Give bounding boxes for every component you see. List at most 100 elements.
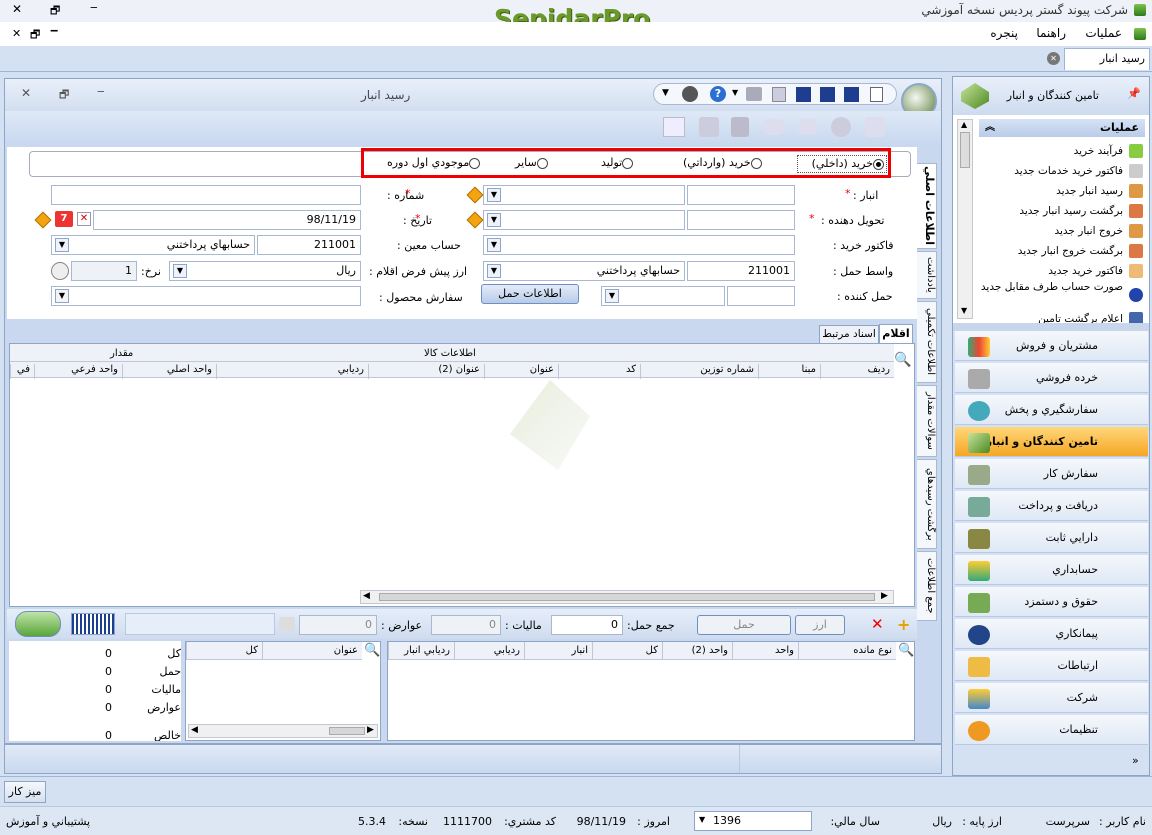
rate-input[interactable]: 1 [71, 261, 137, 281]
grid-search-icon[interactable]: 🔍 [894, 352, 912, 370]
tools-icon[interactable] [682, 86, 698, 102]
op-new-receipt[interactable]: رسيد انبار جديد [979, 181, 1149, 201]
op-purchase-process[interactable]: فرآيند خريد [979, 141, 1149, 161]
col-basis[interactable]: مبنا [758, 364, 820, 379]
fiscal-year-dropdown-icon[interactable]: ▼ [699, 815, 705, 824]
col-main-unit[interactable]: واحد اصلي [122, 364, 216, 379]
save-close-icon[interactable] [820, 87, 835, 102]
vtab-extra-info[interactable]: اطلاعات تکميلي [917, 301, 937, 383]
mdi-close-icon[interactable]: ✕ [12, 27, 21, 40]
mcol-total[interactable]: کل [186, 642, 262, 659]
module-retail[interactable]: خرده فروشي [955, 363, 1148, 393]
radio-domestic-purchase[interactable]: خريد (داخلي) [797, 155, 887, 173]
previous-icon[interactable] [763, 119, 785, 135]
lcol-unit2[interactable]: واحد (2) [662, 642, 732, 659]
desk-button[interactable]: ميز کار [4, 781, 46, 803]
print-icon[interactable] [746, 87, 762, 101]
new-icon[interactable] [870, 87, 883, 102]
product-order-dropdown-icon[interactable]: ▼ [55, 289, 69, 303]
vtab-main-info[interactable]: اطلاعات اصلي [917, 163, 937, 249]
module-customers-sales[interactable]: مشتريان و فروش [955, 331, 1148, 361]
currency-input[interactable]: ريال [169, 261, 361, 281]
module-company[interactable]: شرکت [955, 683, 1148, 713]
restore-icon[interactable]: 🗗 [50, 2, 60, 21]
deliverer-name-input[interactable] [483, 210, 685, 230]
lock-icon[interactable] [731, 117, 749, 137]
module-work-order[interactable]: سفارش کار [955, 459, 1148, 489]
barcode-icon[interactable] [71, 613, 115, 635]
window-minimize-icon[interactable]: ‒ [97, 84, 105, 98]
shipping-info-button[interactable]: اطلاعات حمل [481, 284, 579, 304]
delete-row-icon[interactable]: ✕ [871, 615, 884, 633]
operations-scrollbar[interactable]: ▲ ▼ [957, 119, 973, 319]
tab-items[interactable]: اقلام [879, 324, 913, 343]
minimize-icon[interactable]: ‒ [90, 0, 98, 14]
vtab-summary[interactable]: جمع اطلاعات [917, 551, 937, 621]
nav-expand-icon[interactable]: » [1132, 754, 1139, 767]
close-icon[interactable]: ✕ [12, 2, 22, 16]
menu-item-help[interactable]: راهنما [1036, 26, 1066, 40]
warehouse-name-input[interactable] [483, 185, 685, 205]
shipping-button[interactable]: حمل [697, 615, 791, 635]
module-suppliers-warehouse[interactable]: تامين کنندگان و انبار [955, 427, 1148, 457]
module-communications[interactable]: ارتباطات [955, 651, 1148, 681]
lcol-balance-type[interactable]: نوع مانده [798, 642, 896, 659]
col-weighing-number[interactable]: شماره توزين [640, 364, 758, 379]
currency-dropdown-icon[interactable]: ▼ [173, 264, 187, 278]
shipping-dropdown-icon[interactable]: ▼ [487, 264, 501, 278]
number-lookup-icon[interactable] [466, 186, 484, 204]
date-lookup-icon[interactable] [466, 211, 484, 229]
op-new-receipt-return[interactable]: برگشت رسيد انبار جديد [979, 201, 1149, 221]
menu-item-operations[interactable]: عمليات [1085, 26, 1122, 40]
ops-scroll-up-arrow[interactable]: ▲ [961, 120, 967, 129]
module-receipt-payment[interactable]: دريافت و پرداخت [955, 491, 1148, 521]
op-supplier-return[interactable]: اعلام برگشت تامين [979, 309, 1149, 323]
lcol-warehouse-tracking[interactable]: رديابي انبار [388, 642, 454, 659]
scroll-right-arrow[interactable]: ▶ [881, 591, 888, 601]
deliverer-dropdown-icon[interactable]: ▼ [487, 213, 501, 227]
shipping-code-input[interactable]: 211001 [687, 261, 795, 281]
op-new-purchase-invoice[interactable]: فاکتور خريد جديد [979, 261, 1149, 281]
module-settings[interactable]: تنظيمات [955, 715, 1148, 745]
module-payroll[interactable]: حقوق و دستمزد [955, 587, 1148, 617]
lcol-warehouse[interactable]: انبار [524, 642, 592, 659]
tab-close-icon[interactable]: ✕ [1047, 52, 1060, 65]
calculator-icon[interactable] [663, 117, 685, 137]
calendar-icon[interactable]: 7 [55, 211, 73, 227]
help-dropdown-icon[interactable]: ▼ [732, 88, 738, 97]
document-tab[interactable]: رسيد انبار ✕ [1047, 48, 1150, 70]
mid-scroll-thumb[interactable] [329, 727, 365, 735]
tax-input[interactable]: 0 [431, 615, 501, 635]
add-search-icon[interactable] [15, 611, 61, 637]
col-title[interactable]: عنوان [484, 364, 558, 379]
copy-icon[interactable] [772, 87, 786, 102]
op-new-issue-return[interactable]: برگشت خروج انبار جديد [979, 241, 1149, 261]
col-tracking[interactable]: رديابي [216, 364, 368, 379]
help-icon[interactable]: ? [710, 86, 726, 102]
op-new-counterparty-statement[interactable]: صورت حساب طرف مقابل جديد [979, 281, 1149, 309]
number-input[interactable] [51, 185, 361, 205]
specific-account-code-input[interactable]: 211001 [257, 235, 361, 255]
mcol-title[interactable]: عنوان [262, 642, 362, 659]
calendar-clear-icon[interactable]: ✕ [77, 212, 91, 226]
radio-opening-balance[interactable]: موجودي اول دوره [387, 156, 481, 169]
operations-header[interactable]: عمليات ︽ [979, 119, 1145, 137]
eraser-icon[interactable] [279, 617, 295, 631]
lower-grid-search-icon[interactable]: 🔍 [898, 643, 914, 658]
col-title2[interactable]: عنوان (2) [368, 364, 484, 379]
window-restore-icon[interactable]: 🗗 [59, 86, 69, 105]
next-icon[interactable] [797, 119, 819, 135]
vtab-notes[interactable]: يادداشت [917, 251, 937, 299]
attachment-icon[interactable] [699, 117, 719, 137]
radio-import-purchase[interactable]: خريد (وارداتي) [683, 156, 762, 169]
lcol-unit[interactable]: واحد [732, 642, 798, 659]
module-ordering-distribution[interactable]: سفارشگيري و پخش [955, 395, 1148, 425]
pin-icon[interactable]: 📌 [1127, 87, 1141, 100]
collapse-icon[interactable]: ︽ [985, 119, 995, 137]
ops-scroll-down-arrow[interactable]: ▼ [961, 306, 967, 315]
vtab-quantity-questions[interactable]: سوالات مقدار [917, 385, 937, 457]
specific-account-name-input[interactable]: حسابهاي پرداختني [51, 235, 255, 255]
nav-splitter[interactable] [953, 323, 1149, 331]
vtab-receipt-returns[interactable]: برگشت رسيدهاي [917, 459, 937, 549]
op-new-issue[interactable]: خروج انبار جديد [979, 221, 1149, 241]
